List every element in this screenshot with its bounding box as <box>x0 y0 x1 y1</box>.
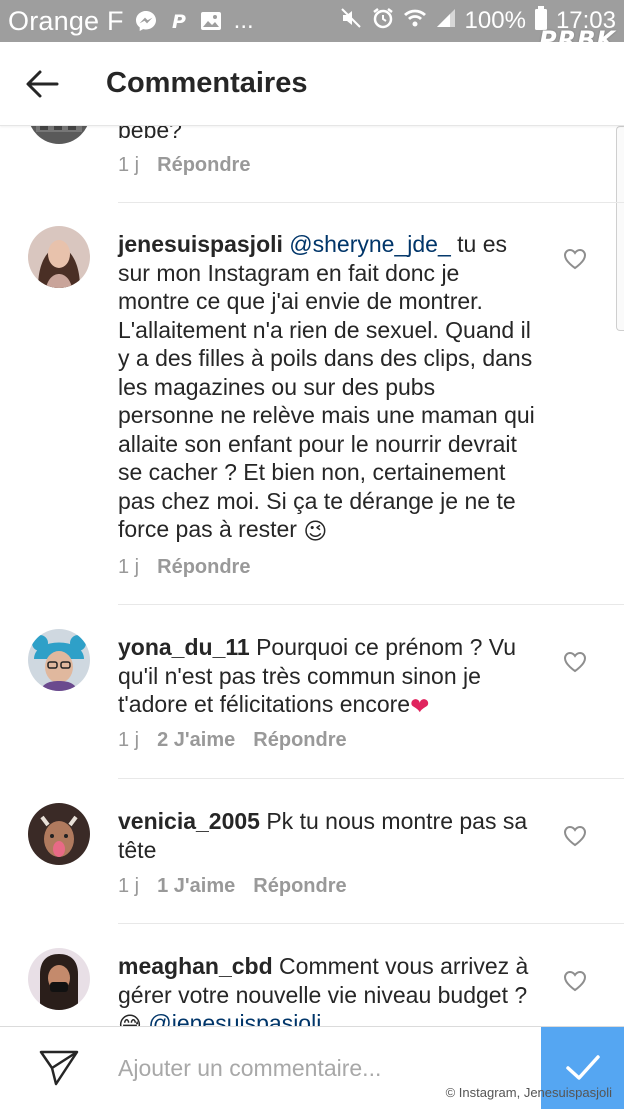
wifi-icon <box>403 7 427 36</box>
comment-meta: 1 j 1 J'aime Répondre <box>118 875 347 898</box>
checkmark-icon <box>565 1055 600 1080</box>
like-heart-icon[interactable] <box>563 651 587 673</box>
like-heart-icon[interactable] <box>563 970 587 992</box>
comment-meta: 1 j 2 J'aime Répondre <box>118 729 347 752</box>
avatar[interactable] <box>28 126 90 144</box>
comment-username[interactable]: meaghan_cbd <box>118 953 273 979</box>
back-button[interactable] <box>2 42 82 126</box>
wink-emoji: 😉 <box>303 517 328 544</box>
comment-username[interactable]: yona_du_11 <box>118 634 250 660</box>
like-heart-icon[interactable] <box>563 825 587 847</box>
messenger-icon <box>134 9 158 33</box>
divider <box>118 778 624 779</box>
image-icon <box>200 10 222 32</box>
divider <box>118 604 624 605</box>
heart-emoji: ❤ <box>410 692 430 719</box>
comment-text: meaghan_cbd Comment vous arrivez à gérer… <box>118 952 536 1026</box>
signal-icon <box>435 7 457 36</box>
comment-meta: 1 j Répondre <box>118 556 250 579</box>
comment-body: bebe? <box>118 126 182 143</box>
app-header: Commentaires <box>0 42 624 126</box>
comment-text: bebe? <box>118 126 536 145</box>
sweat-smile-emoji: 😅 <box>118 1011 142 1026</box>
comment-time: 1 j <box>118 556 140 578</box>
battery-label: 100% <box>464 7 526 34</box>
comment-time: 1 j <box>118 154 140 176</box>
avatar[interactable] <box>28 629 90 691</box>
svg-text:P: P <box>172 11 186 32</box>
divider <box>118 202 624 203</box>
comment-time: 1 j <box>118 875 140 897</box>
comment-text: venicia_2005 Pk tu nous montre pas sa tê… <box>118 807 536 864</box>
reply-button[interactable]: Répondre <box>253 729 346 752</box>
reply-button[interactable]: Répondre <box>157 556 250 579</box>
alarm-icon <box>371 6 395 37</box>
avatar[interactable] <box>28 803 90 865</box>
scrollbar[interactable] <box>616 126 624 331</box>
status-bar: Orange F P ... 100% 17:03 <box>0 0 624 42</box>
p-icon: P <box>170 10 188 32</box>
paper-plane-icon <box>39 1050 79 1086</box>
like-heart-icon[interactable] <box>563 248 587 270</box>
more-dots: ... <box>233 7 254 34</box>
divider <box>118 923 624 924</box>
comment-time: 1 j <box>118 729 140 751</box>
reply-button[interactable]: Répondre <box>157 154 250 177</box>
page-title: Commentaires <box>106 67 308 99</box>
carrier-label: Orange F <box>8 5 124 36</box>
avatar[interactable] <box>28 226 90 288</box>
avatar[interactable] <box>28 948 90 1010</box>
likes-count[interactable]: 2 J'aime <box>157 729 235 752</box>
arrow-left-icon <box>26 70 59 97</box>
comment-mention[interactable]: @sheryne_jde_ <box>289 231 450 257</box>
direct-send-button[interactable] <box>0 1049 118 1087</box>
comment-text: yona_du_11 Pourquoi ce prénom ? Vu qu'il… <box>118 633 536 720</box>
comment-meta: 1 j Répondre <box>118 154 250 177</box>
comment-text: jenesuispasjoli @sheryne_jde_ tu es sur … <box>118 230 536 545</box>
comment-username[interactable]: venicia_2005 <box>118 808 260 834</box>
comment-username[interactable]: jenesuispasjoli <box>118 231 283 257</box>
comments-list[interactable]: bebe? 1 j Répondre jenesuispasjoli @sher… <box>0 126 624 1026</box>
reply-button[interactable]: Répondre <box>253 875 346 898</box>
copyright-notice: © Instagram, Jenesuispasjoli <box>445 1085 612 1100</box>
mute-icon <box>339 6 363 37</box>
comment-mention[interactable]: @jenesuispasjoli <box>148 1010 321 1026</box>
comment-body: tu es sur mon Instagram en fait donc je … <box>118 231 535 542</box>
likes-count[interactable]: 1 J'aime <box>157 875 235 898</box>
